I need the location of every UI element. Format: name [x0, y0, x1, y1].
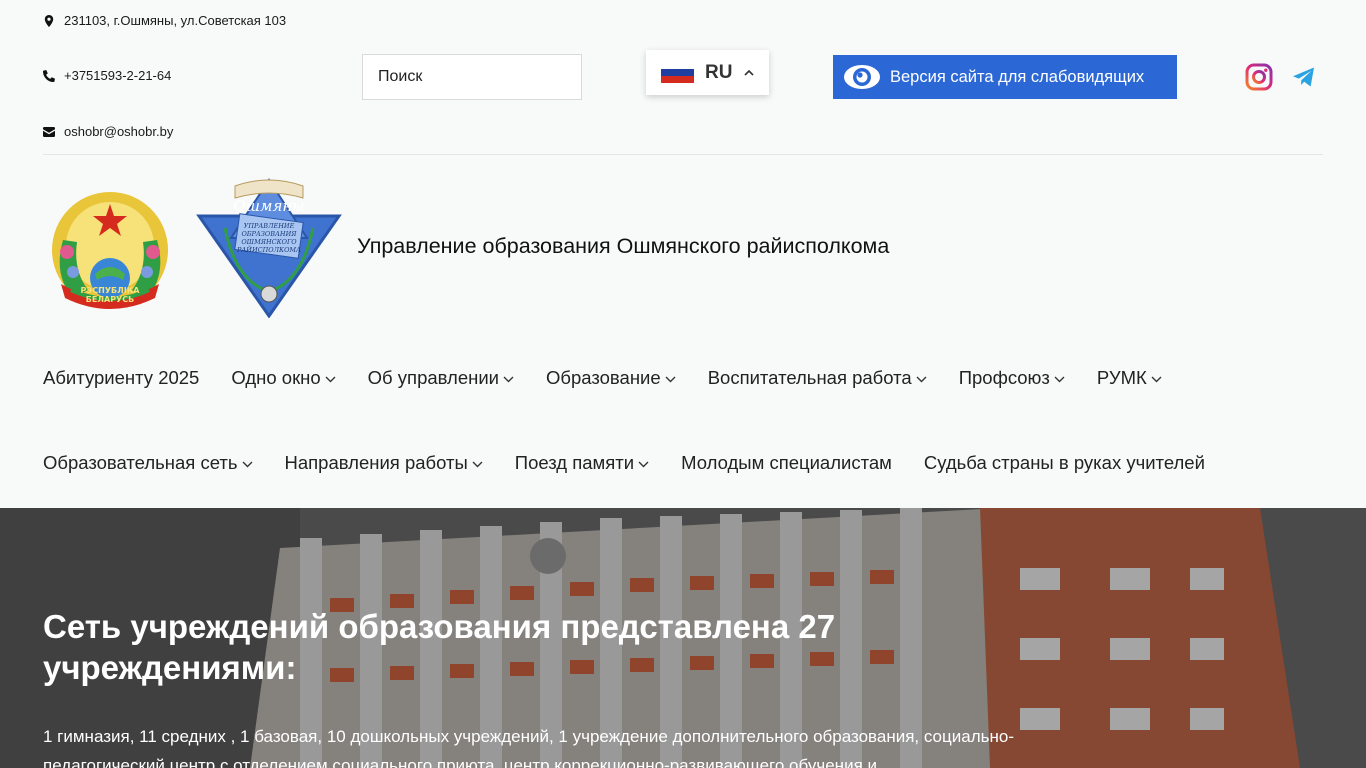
phone-text[interactable]: +3751593-2-21-64 [64, 68, 171, 83]
header-divider [43, 154, 1323, 155]
address-text: 231103, г.Ошмяны, ул.Советская 103 [64, 13, 287, 28]
search-input[interactable]: Поиск [362, 54, 582, 100]
nav-item-obrazovanie[interactable]: Образование [546, 367, 676, 389]
svg-text:ОШМЯНСКОГО: ОШМЯНСКОГО [241, 238, 297, 246]
instagram-icon[interactable] [1245, 63, 1273, 91]
envelope-icon [43, 126, 55, 137]
contact-email[interactable]: oshobr@oshobr.by [43, 124, 173, 139]
eye-icon [844, 65, 880, 89]
svg-text:РАЙИСПОЛКОМА: РАЙИСПОЛКОМА [236, 244, 301, 254]
nav-item-ob-upravlenii[interactable]: Об управлении [368, 367, 514, 389]
organization-name: Управление образования Ошмянского райисп… [357, 234, 890, 258]
nav-item-abiturientu[interactable]: Абитуриенту 2025 [43, 367, 199, 389]
main-nav-row-1: Абитуриенту 2025 Одно окно Об управлении… [43, 367, 1162, 389]
language-switcher[interactable]: RU [646, 50, 769, 95]
nav-item-molodym-specialistam[interactable]: Молодым специалистам [681, 452, 892, 474]
email-text[interactable]: oshobr@oshobr.by [64, 124, 173, 139]
nav-item-odno-okno[interactable]: Одно окно [231, 367, 336, 389]
svg-text:РЭСПУБЛІКА: РЭСПУБЛІКА [81, 286, 141, 295]
chevron-down-icon [665, 376, 676, 383]
belarus-emblem-logo: РЭСПУБЛІКА БЕЛАРУСЬ [52, 192, 168, 309]
svg-text:Ошмяны: Ошмяны [234, 197, 305, 215]
telegram-icon[interactable] [1292, 66, 1316, 88]
hero-banner: Сеть учреждений образования представлена… [0, 508, 1366, 768]
russia-flag-icon [661, 61, 694, 84]
chevron-down-icon [916, 376, 927, 383]
chevron-down-icon [503, 376, 514, 383]
nav-item-poezd-pamyati[interactable]: Поезд памяти [515, 452, 649, 474]
chevron-down-icon [325, 376, 336, 383]
accessibility-button-label: Версия сайта для слабовидящих [890, 67, 1145, 86]
hero-text: 1 гимназия, 11 средних , 1 базовая, 10 д… [43, 727, 1014, 768]
chevron-down-icon [1151, 376, 1162, 383]
hero-title: Сеть учреждений образования представлена… [43, 608, 836, 686]
top-bar: 231103, г.Ошмяны, ул.Советская 103 +3751… [0, 0, 1366, 155]
map-marker-icon [44, 14, 54, 27]
chevron-down-icon [472, 461, 483, 468]
nav-item-napravleniya-raboty[interactable]: Направления работы [285, 452, 483, 474]
main-nav-row-2: Образовательная сеть Направления работы … [43, 452, 1205, 474]
oshmyany-education-logo: Ошмяны УПРАВЛЕНИЕ ОБРАЗОВАНИЯ ОШМЯНСКОГО… [196, 178, 342, 318]
phone-icon [43, 69, 55, 82]
search-placeholder: Поиск [378, 68, 423, 85]
svg-text:БЕЛАРУСЬ: БЕЛАРУСЬ [86, 295, 134, 304]
contact-address: 231103, г.Ошмяны, ул.Советская 103 [43, 13, 286, 28]
chevron-down-icon [1054, 376, 1065, 383]
nav-item-vospitatelnaya-rabota[interactable]: Воспитательная работа [708, 367, 927, 389]
nav-item-obrazovatelnaya-set[interactable]: Образовательная сеть [43, 452, 253, 474]
chevron-down-icon [638, 461, 649, 468]
nav-item-rumk[interactable]: РУМК [1097, 367, 1162, 389]
chevron-down-icon [242, 461, 252, 468]
contact-phone[interactable]: +3751593-2-21-64 [43, 68, 171, 83]
nav-item-sudba-strany[interactable]: Судьба страны в руках учителей [924, 452, 1205, 474]
accessibility-version-button[interactable]: Версия сайта для слабовидящих [833, 55, 1177, 99]
language-code: RU [705, 61, 733, 83]
nav-item-profsoyuz[interactable]: Профсоюз [959, 367, 1065, 389]
svg-text:УПРАВЛЕНИЕ: УПРАВЛЕНИЕ [244, 222, 295, 230]
svg-text:ОБРАЗОВАНИЯ: ОБРАЗОВАНИЯ [241, 230, 297, 238]
chevron-up-icon [744, 69, 755, 76]
